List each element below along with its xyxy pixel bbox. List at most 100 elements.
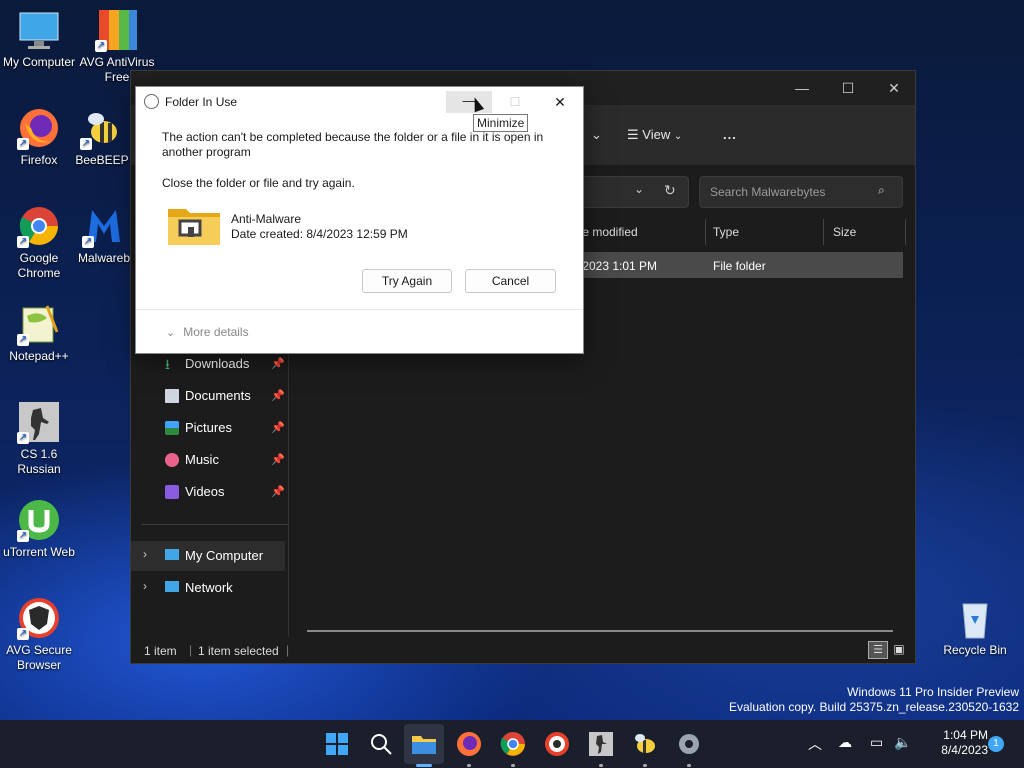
pin-icon[interactable]: 📌 bbox=[271, 421, 285, 434]
firefox-icon bbox=[457, 732, 481, 756]
start-button[interactable] bbox=[323, 730, 351, 758]
row-type: File folder bbox=[713, 259, 766, 273]
search-icon bbox=[371, 734, 392, 755]
explorer-maximize-button[interactable]: ☐ bbox=[825, 77, 871, 99]
status-divider: | bbox=[286, 643, 290, 657]
nav-item-documents[interactable]: Documents 📌 bbox=[131, 381, 289, 411]
dialog-instruction: Close the folder or file and try again. bbox=[162, 176, 355, 190]
desktop-icon-utorrent-web[interactable]: ↗ uTorrent Web bbox=[0, 498, 78, 560]
settings-taskbar-button[interactable] bbox=[675, 730, 703, 758]
firefox-taskbar-button[interactable] bbox=[455, 730, 483, 758]
chevron-down-icon[interactable]: ⌄ bbox=[634, 182, 644, 196]
desktop-icon-beebeep[interactable]: ↗ BeeBEEP bbox=[74, 106, 130, 168]
status-selected-count: 1 item selected bbox=[198, 644, 279, 658]
status-divider: | bbox=[189, 643, 193, 657]
network-icon[interactable]: ▭ bbox=[870, 734, 883, 751]
desktop-icon-label: Notepad++ bbox=[9, 349, 69, 363]
details-view-button[interactable]: ☰ bbox=[868, 641, 888, 659]
nav-item-videos[interactable]: Videos 📌 bbox=[131, 477, 289, 507]
nav-item-my-computer[interactable]: › My Computer bbox=[131, 541, 285, 571]
shortcut-arrow-icon: ↗ bbox=[17, 628, 29, 640]
row-date-modified: /2023 1:01 PM bbox=[579, 259, 658, 273]
dialog-message: The action can't be completed because th… bbox=[162, 130, 544, 159]
pin-icon[interactable]: 📌 bbox=[271, 389, 285, 402]
try-again-button[interactable]: Try Again bbox=[362, 269, 452, 293]
active-indicator bbox=[416, 764, 432, 767]
desktop-icon-avg-secure-browser[interactable]: ↗ AVG Secure Browser bbox=[0, 596, 78, 673]
nav-label: Videos bbox=[185, 484, 225, 499]
nav-item-network[interactable]: › Network bbox=[131, 573, 289, 603]
column-header-type[interactable]: Type bbox=[713, 225, 739, 239]
view-menu-button[interactable]: ☰ View ⌄ bbox=[627, 127, 682, 143]
malwarebytes-icon: ↗ bbox=[82, 204, 126, 248]
notification-badge[interactable]: 1 bbox=[988, 736, 1004, 752]
column-header-date-modified[interactable]: te modified bbox=[579, 225, 638, 239]
shortcut-arrow-icon: ↗ bbox=[80, 138, 92, 150]
clock[interactable]: 1:04 PM 8/4/2023 bbox=[918, 728, 988, 758]
chevron-down-icon: ⌄ bbox=[673, 131, 683, 142]
minimize-tooltip: Minimize bbox=[473, 114, 529, 132]
dialog-maximize-button[interactable]: ☐ bbox=[492, 91, 538, 113]
avg-secure-browser-icon bbox=[545, 732, 569, 756]
firefox-icon: ↗ bbox=[17, 106, 61, 150]
explorer-minimize-button[interactable]: — bbox=[779, 77, 825, 99]
nav-label: Downloads bbox=[185, 356, 250, 371]
more-details-label: More details bbox=[183, 325, 249, 339]
shortcut-arrow-icon: ↗ bbox=[17, 236, 29, 248]
clock-icon bbox=[144, 94, 159, 109]
chrome-taskbar-button[interactable] bbox=[499, 730, 527, 758]
nav-item-pictures[interactable]: Pictures 📌 bbox=[131, 413, 289, 443]
view-lines-icon: ☰ bbox=[627, 127, 639, 142]
nav-item-music[interactable]: Music 📌 bbox=[131, 445, 289, 475]
shortcut-arrow-icon: ↗ bbox=[82, 236, 94, 248]
pin-icon[interactable]: 📌 bbox=[271, 485, 285, 498]
more-options-button[interactable]: ... bbox=[723, 127, 737, 142]
desktop-icon-google-chrome[interactable]: ↗ Google Chrome bbox=[0, 204, 78, 281]
horizontal-scrollbar[interactable] bbox=[307, 630, 893, 632]
desktop-icon-recycle-bin[interactable]: Recycle Bin bbox=[936, 596, 1014, 658]
dialog-close-button[interactable]: ✕ bbox=[538, 91, 582, 113]
pin-icon[interactable]: 📌 bbox=[271, 357, 285, 370]
desktop-icon-cs16[interactable]: ↗ CS 1.6 Russian bbox=[0, 400, 78, 477]
bee-icon bbox=[635, 734, 655, 753]
avg-browser-taskbar-button[interactable] bbox=[543, 730, 571, 758]
dialog-minimize-button[interactable]: — bbox=[446, 91, 492, 113]
dialog-title: Folder In Use bbox=[165, 95, 238, 109]
file-explorer-taskbar-button[interactable] bbox=[410, 730, 438, 758]
taskbar: ︿ ☁ ▭ 🔈 1:04 PM 8/4/2023 1 bbox=[0, 720, 1024, 768]
recycle-bin-icon bbox=[953, 596, 997, 640]
chevron-right-icon[interactable]: › bbox=[143, 579, 147, 593]
taskbar-running-dot bbox=[643, 764, 647, 767]
desktop-icon-firefox[interactable]: ↗ Firefox bbox=[0, 106, 78, 168]
nav-pane-separator[interactable] bbox=[288, 351, 289, 637]
volume-icon[interactable]: 🔈 bbox=[894, 734, 911, 751]
desktop-icon-label: uTorrent Web bbox=[3, 545, 75, 559]
avg-icon: ↗ bbox=[95, 8, 139, 52]
more-details-toggle[interactable]: ⌄ More details bbox=[166, 325, 249, 339]
dialog-titlebar[interactable]: Folder In Use — ☐ ✕ bbox=[136, 87, 583, 117]
show-hidden-icons-chevron-up-icon[interactable]: ︿ bbox=[808, 734, 822, 754]
tiles-view-button[interactable]: ▣ bbox=[891, 641, 907, 657]
search-input[interactable]: Search Malwarebytes ⌕ bbox=[699, 176, 903, 208]
dialog-footer: ⌄ More details bbox=[136, 309, 583, 354]
column-header-size[interactable]: Size bbox=[833, 225, 856, 239]
shortcut-arrow-icon: ↗ bbox=[17, 334, 29, 346]
explorer-close-button[interactable]: ✕ bbox=[871, 77, 917, 99]
beebeep-taskbar-button[interactable] bbox=[631, 730, 659, 758]
desktop-icon-malwarebytes[interactable]: ↗ Malwarebytes bbox=[78, 204, 130, 266]
desktop-icon-notepad-plus-plus[interactable]: ↗ Notepad++ bbox=[0, 302, 78, 364]
cloud-off-icon[interactable]: ☁ bbox=[838, 734, 852, 751]
videos-icon bbox=[165, 485, 179, 499]
watermark-edition: Windows 11 Pro Insider Preview bbox=[847, 685, 1019, 699]
chevron-down-icon[interactable]: ⌄ bbox=[591, 127, 602, 143]
refresh-icon[interactable]: ↻ bbox=[664, 182, 676, 199]
cancel-button[interactable]: Cancel bbox=[465, 269, 556, 293]
pin-icon[interactable]: 📌 bbox=[271, 453, 285, 466]
nav-label: My Computer bbox=[185, 548, 264, 563]
search-button[interactable] bbox=[367, 730, 395, 758]
desktop-icon-label: Recycle Bin bbox=[943, 643, 1007, 657]
desktop-icon-my-computer[interactable]: My Computer bbox=[0, 8, 78, 70]
shortcut-arrow-icon: ↗ bbox=[17, 138, 29, 150]
chevron-right-icon[interactable]: › bbox=[143, 547, 147, 561]
cs16-taskbar-button[interactable] bbox=[587, 730, 615, 758]
